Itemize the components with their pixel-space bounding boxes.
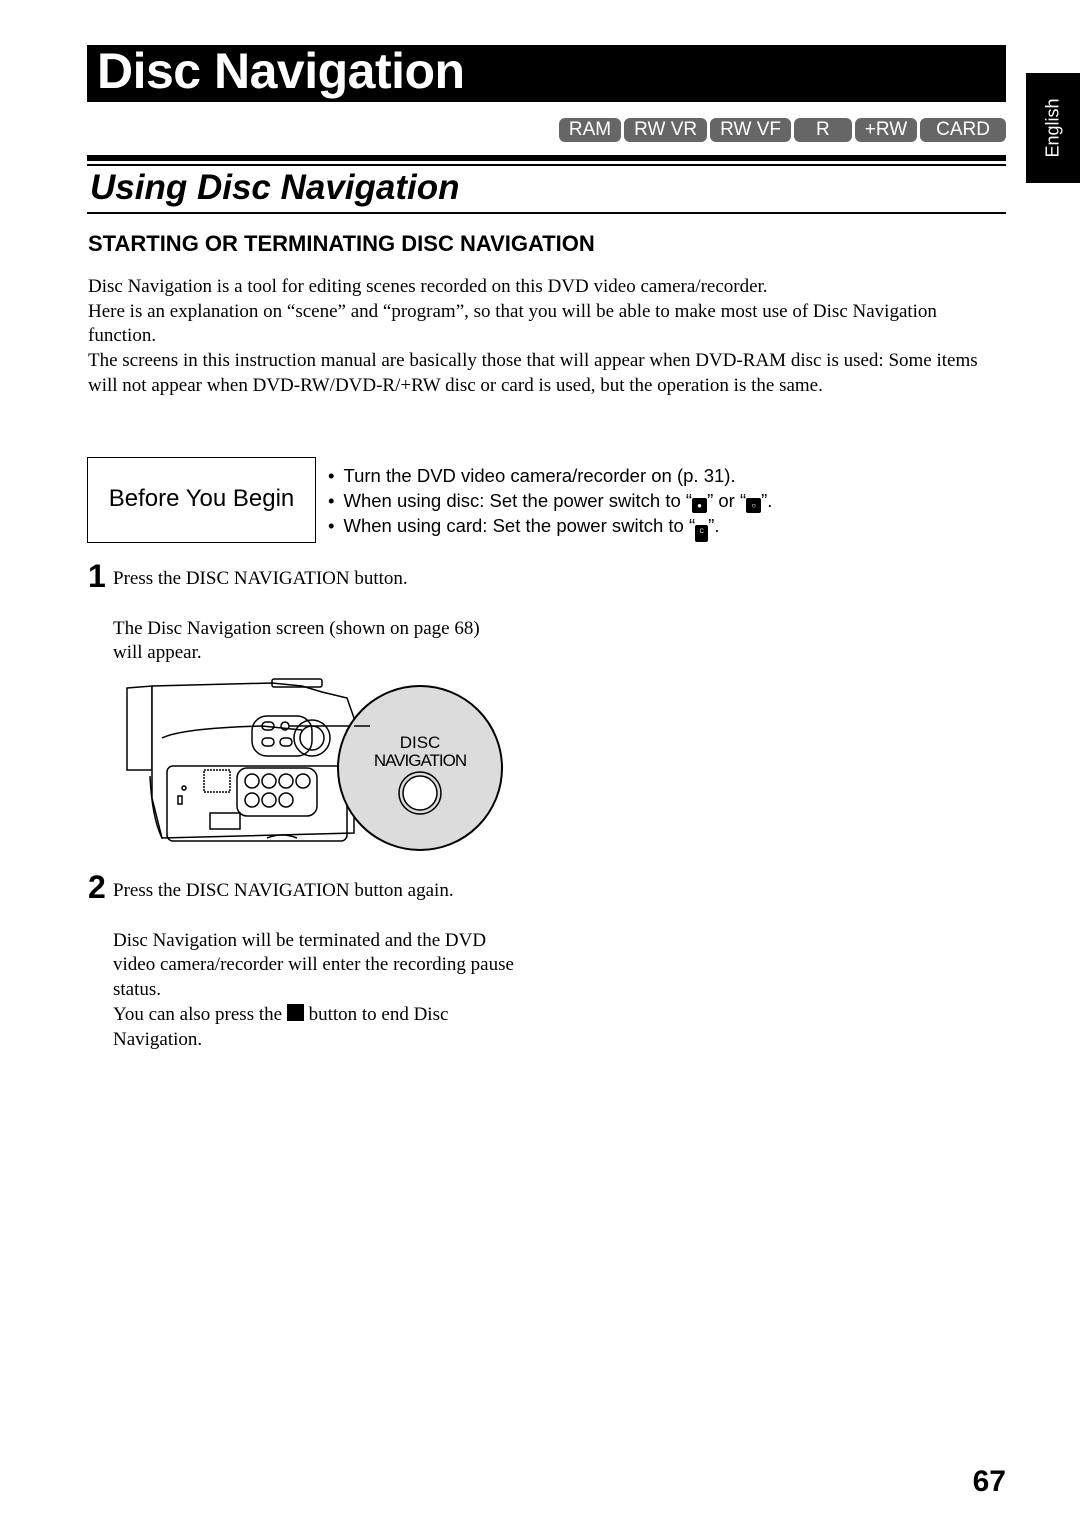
step-number: 2	[88, 869, 106, 905]
media-badges: RAM RW VR RW VF R +RW CARD	[558, 118, 1006, 142]
badge-ram: RAM	[558, 118, 622, 142]
badge-r: R	[794, 118, 852, 142]
step-detail: The Disc Navigation screen (shown on pag…	[113, 617, 480, 664]
step-instruction: Press the DISC NAVIGATION button again.	[113, 880, 454, 901]
intro-text: Disc Navigation is a tool for editing sc…	[88, 275, 1008, 399]
divider-thin	[87, 164, 1006, 166]
before-you-begin-label: Before You Begin	[108, 485, 295, 512]
language-label: English	[1042, 98, 1063, 158]
callout-label-disc: DISC	[400, 733, 441, 752]
list-item: When using card: Set the power switch to…	[328, 513, 772, 542]
callout-label-navigation: NAVIGATION	[374, 751, 466, 770]
camcorder-illustration: DISC NAVIGATION	[126, 678, 503, 851]
page-title-bar: Disc Navigation	[87, 43, 1006, 102]
intro-paragraph: The screens in this instruction manual a…	[88, 350, 978, 396]
card-icon: C	[695, 525, 709, 542]
movie-camera-icon: ●	[692, 498, 708, 513]
still-camera-icon: ○	[746, 498, 762, 513]
step-2-text: Press the DISC NAVIGATION button again. …	[113, 879, 523, 1052]
intro-paragraph: Here is an explanation on “scene” and “p…	[88, 300, 937, 347]
stop-icon	[286, 1003, 304, 1021]
subheading: STARTING OR TERMINATING DISC NAVIGATION	[88, 231, 595, 256]
page-number: 67	[972, 1465, 1006, 1498]
badge-rw-vf: RW VF	[710, 118, 791, 142]
intro-paragraph: Disc Navigation is a tool for editing sc…	[88, 276, 768, 297]
list-item: Turn the DVD video camera/recorder on (p…	[328, 463, 772, 488]
step-number: 1	[88, 558, 106, 594]
step-1-text: Press the DISC NAVIGATION button. The Di…	[113, 567, 513, 666]
step-detail: Disc Navigation will be terminated and t…	[113, 929, 514, 1001]
before-you-begin-list: Turn the DVD video camera/recorder on (p…	[328, 463, 772, 542]
step-instruction: Press the DISC NAVIGATION button.	[113, 568, 408, 589]
badge-rw-vr: RW VR	[624, 118, 708, 142]
badge-card: CARD	[920, 118, 1006, 142]
divider-thick	[87, 155, 1006, 161]
list-item: When using disc: Set the power switch to…	[328, 488, 772, 513]
language-tab: English	[1026, 73, 1080, 183]
section-title: Using Disc Navigation	[90, 168, 460, 207]
badge-plus-rw: +RW	[854, 118, 918, 142]
before-you-begin-box: Before You Begin	[87, 457, 316, 543]
page-title: Disc Navigation	[97, 43, 465, 99]
divider-under-title	[87, 212, 1006, 214]
step-detail: You can also press the button to end Dis…	[113, 1003, 449, 1050]
